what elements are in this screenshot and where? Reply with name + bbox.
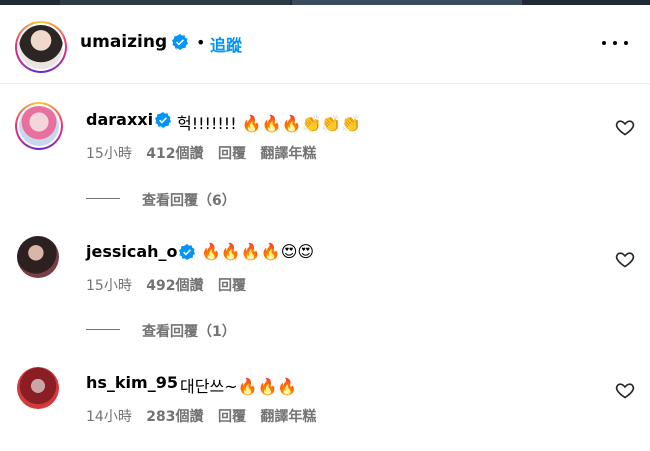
comment-meta: 15小時 492個讚 回覆 xyxy=(86,275,246,295)
separator-dot: • xyxy=(196,33,206,52)
verified-badge-icon xyxy=(179,244,195,260)
commenter-avatar[interactable] xyxy=(17,236,59,278)
reply-button[interactable]: 回覆 xyxy=(218,409,246,425)
heart-outline-icon[interactable] xyxy=(615,117,635,137)
comment-text: 헉!!!!!!! 🔥🔥🔥👏👏👏 xyxy=(177,114,362,133)
reply-button[interactable]: 回覆 xyxy=(218,278,246,294)
comment-meta: 15小時 412個讚 回覆 翻譯年糕 xyxy=(86,143,316,163)
commenter-avatar[interactable] xyxy=(17,367,59,409)
verified-badge-icon xyxy=(172,34,188,50)
author-avatar[interactable] xyxy=(15,21,67,73)
reply-button[interactable]: 回覆 xyxy=(218,146,246,162)
comment-likes[interactable]: 412個讚 xyxy=(146,146,203,162)
heart-outline-icon[interactable] xyxy=(615,249,635,269)
post-header: umaizing • 追蹤 xyxy=(0,5,650,84)
heart-outline-icon[interactable] xyxy=(615,380,635,400)
comment-meta: 14小時 283個讚 回覆 翻譯年糕 xyxy=(86,406,316,426)
replies-divider xyxy=(86,329,120,330)
view-replies-button[interactable]: 查看回覆（6） xyxy=(142,190,236,210)
comment-username[interactable]: jessicah_o xyxy=(86,242,178,261)
replies-divider xyxy=(86,198,120,199)
translate-button[interactable]: 翻譯年糕 xyxy=(260,146,316,162)
comment-username[interactable]: daraxxi xyxy=(86,110,153,129)
author-username[interactable]: umaizing xyxy=(80,32,167,52)
verified-badge-icon xyxy=(155,112,171,128)
comment-likes[interactable]: 283個讚 xyxy=(146,409,203,425)
comment-text: 대단쓰~🔥🔥🔥 xyxy=(180,377,298,396)
comment-time: 15小時 xyxy=(86,146,132,162)
view-replies-button[interactable]: 查看回覆（1） xyxy=(142,321,236,341)
comment-username[interactable]: hs_kim_95 xyxy=(86,373,178,392)
comment-time: 14小時 xyxy=(86,409,132,425)
translate-button[interactable]: 翻譯年糕 xyxy=(260,409,316,425)
comment-likes[interactable]: 492個讚 xyxy=(146,278,203,294)
commenter-avatar[interactable] xyxy=(15,102,63,150)
comment-text: 🔥🔥🔥🔥😍😍 xyxy=(201,242,315,261)
follow-button[interactable]: 追蹤 xyxy=(210,32,242,56)
comment-time: 15小時 xyxy=(86,278,132,294)
more-options-icon[interactable] xyxy=(602,31,628,55)
